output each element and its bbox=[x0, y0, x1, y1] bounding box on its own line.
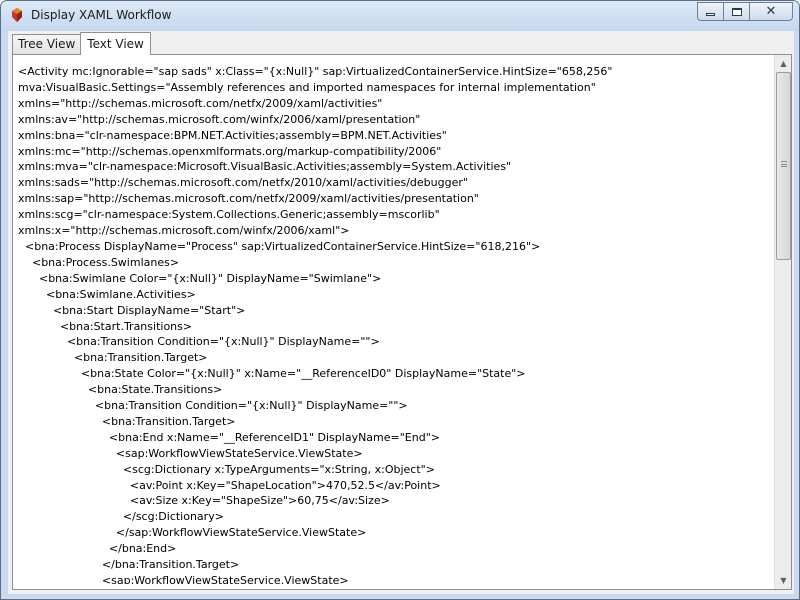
text-line: </bna:End> bbox=[18, 542, 177, 556]
text-line: xmlns="http://schemas.microsoft.com/netf… bbox=[18, 96, 383, 110]
text-line: <bna:State.Transitions> bbox=[18, 383, 223, 397]
text-line: <bna:Transition Condition="{x:Null}" Dis… bbox=[18, 335, 380, 349]
vertical-scrollbar[interactable]: ▲ ▼ bbox=[774, 55, 791, 589]
text-line: xmlns:sap="http://schemas.microsoft.com/… bbox=[18, 192, 479, 206]
minimize-button[interactable] bbox=[697, 2, 723, 21]
text-line: <bna:Process DisplayName="Process" sap:V… bbox=[18, 239, 541, 253]
text-line: xmlns:sads="http://schemas.microsoft.com… bbox=[18, 176, 468, 190]
scrollbar-thumb[interactable] bbox=[776, 72, 791, 260]
view-tabs: Tree View Text View bbox=[12, 32, 151, 55]
text-line: <av:Size x:Key="ShapeSize">60,75</av:Siz… bbox=[18, 494, 390, 508]
text-line: <bna:Transition.Target> bbox=[18, 351, 208, 365]
text-line: </bna:Transition.Target> bbox=[18, 558, 240, 572]
text-line: <bna:Swimlane.Activities> bbox=[18, 287, 196, 301]
title-bar[interactable]: Display XAML Workflow ✕ bbox=[1, 1, 799, 31]
text-line: <av:Point x:Key="ShapeLocation">470,52.5… bbox=[18, 478, 441, 492]
text-line: xmlns:mva="clr-namespace:Microsoft.Visua… bbox=[18, 160, 512, 174]
maximize-icon bbox=[731, 7, 742, 16]
window-title: Display XAML Workflow bbox=[31, 8, 172, 22]
tab-tree-view[interactable]: Tree View bbox=[12, 34, 82, 54]
maximize-button[interactable] bbox=[723, 2, 749, 21]
text-line: <bna:Process.Swimlanes> bbox=[18, 255, 180, 269]
xaml-text-editor[interactable]: <Activity mc:Ignorable="sap sads" x:Clas… bbox=[12, 54, 792, 590]
text-line: xmlns:mc="http://schemas.openxmlformats.… bbox=[18, 144, 442, 158]
text-line: <Activity mc:Ignorable="sap sads" x:Clas… bbox=[18, 65, 613, 94]
text-line: </scg:Dictionary> bbox=[18, 510, 224, 524]
text-line: xmlns:scg="clr-namespace:System.Collecti… bbox=[18, 208, 440, 222]
text-line: <sap:WorkflowViewStateService.ViewState> bbox=[18, 574, 349, 584]
caption-buttons: ✕ bbox=[697, 2, 793, 22]
tab-text-view[interactable]: Text View bbox=[80, 32, 151, 55]
close-icon: ✕ bbox=[765, 4, 777, 19]
text-line: </sap:WorkflowViewStateService.ViewState… bbox=[18, 526, 367, 540]
text-line: <bna:Start DisplayName="Start"> bbox=[18, 303, 246, 317]
scroll-up-icon[interactable]: ▲ bbox=[775, 55, 792, 72]
app-window: Display XAML Workflow ✕ Tree View Text V… bbox=[0, 0, 800, 600]
text-line: xmlns:x="http://schemas.microsoft.com/wi… bbox=[18, 224, 350, 238]
text-line: xmlns:av="http://schemas.microsoft.com/w… bbox=[18, 112, 421, 126]
grip-icon bbox=[781, 161, 787, 167]
scroll-down-icon[interactable]: ▼ bbox=[775, 572, 792, 589]
text-line: <bna:End x:Name="__ReferenceID1" Display… bbox=[18, 430, 440, 444]
text-line: <bna:Start.Transitions> bbox=[18, 319, 193, 333]
text-line: xmlns:bna="clr-namespace:BPM.NET.Activit… bbox=[18, 128, 447, 142]
xaml-text-content[interactable]: <Activity mc:Ignorable="sap sads" x:Clas… bbox=[18, 64, 768, 584]
close-button[interactable]: ✕ bbox=[749, 2, 793, 21]
minimize-icon bbox=[706, 13, 715, 16]
text-line: <bna:Transition Condition="{x:Null}" Dis… bbox=[18, 399, 408, 413]
text-line: <bna:Transition.Target> bbox=[18, 414, 236, 428]
text-line: <scg:Dictionary x:TypeArguments="x:Strin… bbox=[18, 462, 435, 476]
text-line: <bna:Swimlane Color="{x:Null}" DisplayNa… bbox=[18, 271, 382, 285]
workflow-app-icon bbox=[12, 8, 22, 22]
window-content: Tree View Text View <Activity mc:Ignorab… bbox=[8, 31, 794, 594]
text-line: <sap:WorkflowViewStateService.ViewState> bbox=[18, 446, 363, 460]
text-line: <bna:State Color="{x:Null}" x:Name="__Re… bbox=[18, 367, 526, 381]
